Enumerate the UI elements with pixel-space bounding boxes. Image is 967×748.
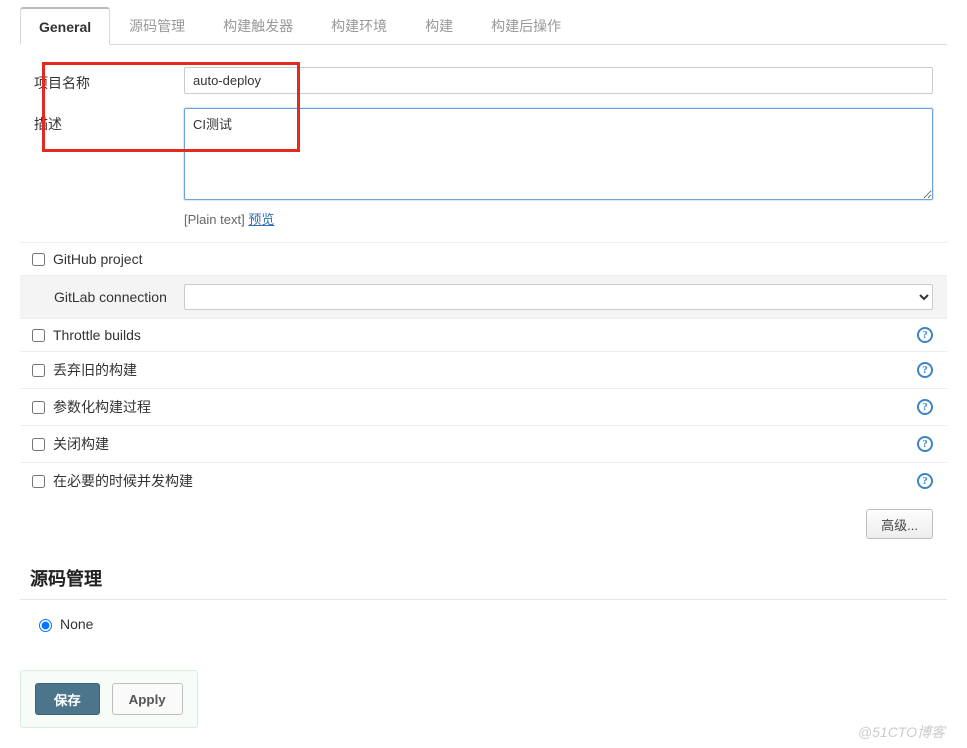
preview-link[interactable]: 预览 [248, 212, 274, 227]
description-textarea[interactable] [184, 108, 933, 200]
row-description: 描述 [Plain text] 预览 [20, 108, 947, 228]
throttle-builds-label: Throttle builds [53, 327, 141, 343]
help-icon[interactable]: ? [917, 399, 933, 415]
gitlab-connection-label: GitLab connection [54, 289, 184, 305]
disable-build-label: 关闭构建 [53, 434, 109, 454]
project-name-label: 项目名称 [34, 67, 184, 93]
save-button[interactable]: 保存 [35, 683, 100, 715]
row-discard-old-builds: 丢弃旧的构建 ? [20, 351, 947, 388]
parameterized-build-label: 参数化构建过程 [53, 397, 151, 417]
row-gitlab-connection: GitLab connection [20, 275, 947, 318]
disable-build-checkbox[interactable] [32, 438, 45, 451]
project-name-input[interactable] [184, 67, 933, 94]
scm-none-label: None [60, 616, 93, 632]
throttle-builds-checkbox[interactable] [32, 329, 45, 342]
row-project-name: 项目名称 [20, 67, 947, 94]
help-icon[interactable]: ? [917, 473, 933, 489]
scm-options: None [20, 600, 947, 662]
row-scm-none: None [34, 616, 933, 632]
help-icon[interactable]: ? [917, 327, 933, 343]
row-throttle-builds: Throttle builds ? [20, 318, 947, 351]
description-label: 描述 [34, 108, 184, 134]
apply-button[interactable]: Apply [112, 683, 183, 715]
tab-general[interactable]: General [20, 7, 110, 45]
tab-triggers[interactable]: 构建触发器 [204, 5, 312, 45]
row-parameterized-build: 参数化构建过程 ? [20, 388, 947, 425]
tab-env[interactable]: 构建环境 [312, 5, 406, 45]
gitlab-connection-select[interactable] [184, 284, 933, 310]
scm-section-title: 源码管理 [30, 565, 947, 591]
concurrent-if-needed-label: 在必要的时候并发构建 [53, 471, 193, 491]
discard-old-builds-checkbox[interactable] [32, 364, 45, 377]
tab-build[interactable]: 构建 [406, 5, 472, 45]
scm-none-radio[interactable] [39, 619, 52, 632]
footer-actions: 保存 Apply [20, 670, 198, 728]
discard-old-builds-label: 丢弃旧的构建 [53, 360, 137, 380]
row-disable-build: 关闭构建 ? [20, 425, 947, 462]
parameterized-build-checkbox[interactable] [32, 401, 45, 414]
config-tabs: General 源码管理 构建触发器 构建环境 构建 构建后操作 [20, 4, 947, 45]
advanced-button[interactable]: 高级... [866, 509, 933, 539]
help-icon[interactable]: ? [917, 436, 933, 452]
tab-scm[interactable]: 源码管理 [110, 5, 204, 45]
concurrent-if-needed-checkbox[interactable] [32, 475, 45, 488]
row-github-project: GitHub project [20, 242, 947, 275]
tab-post[interactable]: 构建后操作 [472, 5, 580, 45]
plain-text-tag: [Plain text] [184, 212, 245, 227]
row-concurrent-if-needed: 在必要的时候并发构建 ? [20, 462, 947, 499]
github-project-checkbox[interactable] [32, 253, 45, 266]
github-project-label: GitHub project [53, 251, 142, 267]
help-icon[interactable]: ? [917, 362, 933, 378]
